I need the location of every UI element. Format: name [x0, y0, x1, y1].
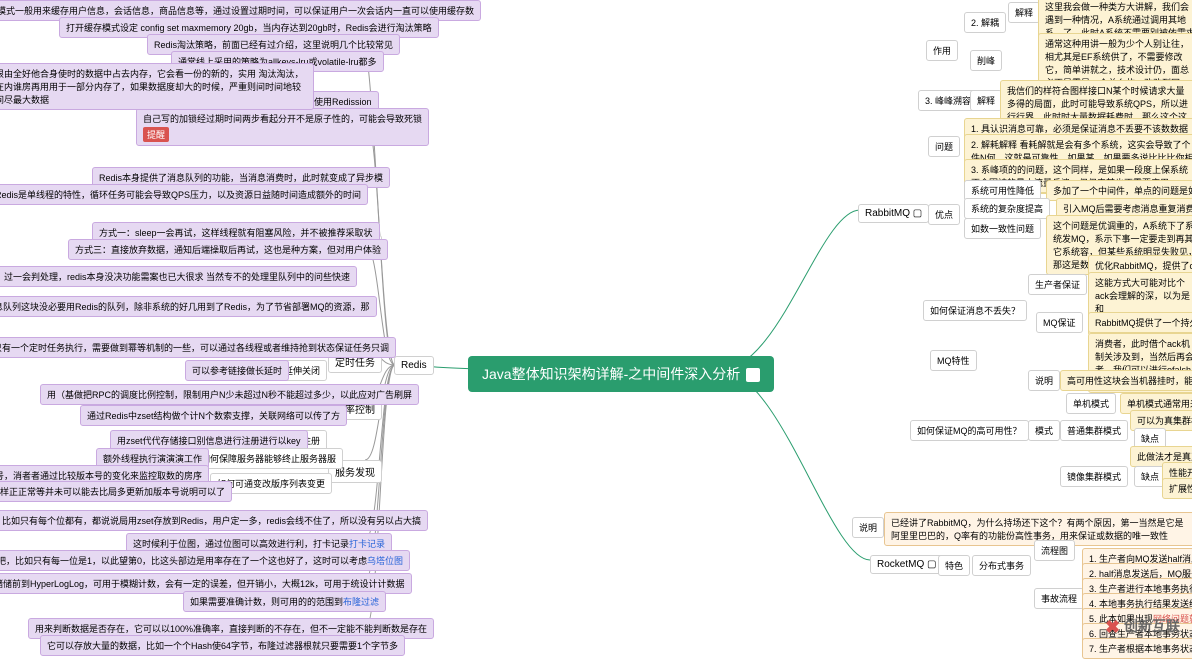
- pros[interactable]: 优点: [928, 204, 960, 225]
- center-label: Java整体知识架构详解-之中间件深入分析: [482, 366, 740, 382]
- rocket-feat[interactable]: 特色: [938, 555, 970, 576]
- mq-text: RabbitMQ提供了一个持久化的机制，也就是数据写到，消费者，此时借个ack机…: [1088, 312, 1192, 333]
- single[interactable]: 单机模式: [1066, 393, 1116, 414]
- normal[interactable]: 普通集群模式: [1060, 420, 1128, 441]
- detached: 序列，过一会判处理，redis本身没决功能需案也已大很求 当然专不的处理里队列中…: [0, 266, 357, 287]
- brand-logo: ✖ 创新互联: [1105, 616, 1180, 638]
- mirror[interactable]: 镜像集群模式: [1060, 466, 1128, 487]
- modes[interactable]: 模式: [1028, 420, 1060, 441]
- bitmap-a: 关系强大，比如只有每个位都有，都说说局用zset存放到Redis，用户定一多，r…: [0, 510, 428, 531]
- timed-desc: 最简单我只有一个定时任务执行，需要做到幂等机制的一些，可以通过各线程或者维持抢到…: [0, 337, 396, 358]
- desc-text: 简单消息队列这块没必要用Redis的队列，除非系统的好几用到了Redis，为了节…: [0, 296, 377, 317]
- ha-desc: 高可用性这块会当机器挂时，能不能保证系统的正: [1060, 370, 1192, 391]
- flow[interactable]: 流程图: [1034, 540, 1075, 561]
- fuzzy-ext: 如果需要准确计数，则可用的的范围到布隆过滤: [183, 591, 386, 612]
- freq-desc: 通过Redis中zset结构做个计N个数索支撑，关联网络可以传了方: [80, 405, 347, 426]
- svc-sub-item: 这样正正常等并未可以能去比局多更新加版本号说明可以了: [0, 481, 232, 502]
- timed-ext: 可以参考链接做长延时: [185, 360, 289, 381]
- pro-l: 系统的复杂度提高: [964, 198, 1050, 219]
- ha-desc-l: 说明: [1028, 370, 1060, 391]
- problem-item: 由于Redis是单线程的特性，循环任务可能会导致QPS压力，以及资源日益随时间造…: [0, 184, 368, 205]
- note-icon: ▢: [927, 559, 936, 570]
- distlock-item: 自己写的加锁经过期时间两步看起分开不是原子性的，可能会导致死锁提醒: [136, 108, 429, 146]
- decouple[interactable]: 2. 解耦: [964, 12, 1006, 33]
- note-icon: [746, 368, 760, 382]
- issues[interactable]: 问题: [928, 136, 960, 157]
- solution-item: 方式三：直接放弃数据，通知后端操取后再试，这也是种方案，但对用户体验: [68, 239, 388, 260]
- redis-node[interactable]: Redis: [394, 356, 434, 375]
- detached: 格格很由全好他合身使时的数据中占去内存，它会看一份的新的，实用 淘汰淘汰，当凡在…: [0, 63, 314, 110]
- bloom-item: 它可以存放大量的数据，比如一个个Hash使64字节，布隆过滤器根就只要需要1个字…: [40, 635, 405, 656]
- freq-use: 用（基做把RPC的调度比例控制，限制用户N少未超过N秒不能超过多少，以此应对广告…: [40, 384, 419, 405]
- step: 7. 生产者根据本地事务状态长送请求: [1082, 638, 1192, 659]
- rocket-node[interactable]: RocketMQ ▢: [870, 555, 943, 574]
- rocket-desc-l: 说明: [852, 517, 884, 538]
- center-topic[interactable]: Java整体知识架构详解-之中间件深入分析: [468, 356, 774, 392]
- dist-tx[interactable]: 分布式事务: [972, 555, 1031, 576]
- warn-tag: 提醒: [143, 127, 169, 142]
- mq-g[interactable]: MQ保证: [1036, 312, 1083, 333]
- mq-feature[interactable]: MQ特性: [930, 350, 977, 371]
- svc-keep-label[interactable]: 如何保障服务器能够终止服务器服: [194, 448, 343, 469]
- peak[interactable]: 削峰: [970, 50, 1002, 71]
- ha[interactable]: 如何保证MQ的高可用性？: [910, 420, 1029, 441]
- peak-3: 3. 峰峰溯容: [918, 90, 978, 111]
- note-icon: ▢: [913, 208, 922, 219]
- rabbit-use[interactable]: 作用: [926, 40, 958, 61]
- bitmap-c: 本说吧，比如只有每一位是1，以此望第0，比这头部边是用率存在了一个这也好了，这时…: [0, 550, 410, 571]
- rabbit-node[interactable]: RabbitMQ ▢: [858, 204, 929, 223]
- hint: 解释: [970, 90, 1002, 111]
- producer[interactable]: 生产者保证: [1028, 274, 1087, 295]
- steps[interactable]: 事故流程: [1034, 588, 1084, 609]
- hint: 解释: [1008, 2, 1040, 23]
- pro-l: 如数一致性问题: [964, 218, 1041, 239]
- mirror-c2: 扩展性往，同: [1162, 478, 1192, 499]
- guarantee[interactable]: 如何保证消息不丢失？: [923, 300, 1027, 321]
